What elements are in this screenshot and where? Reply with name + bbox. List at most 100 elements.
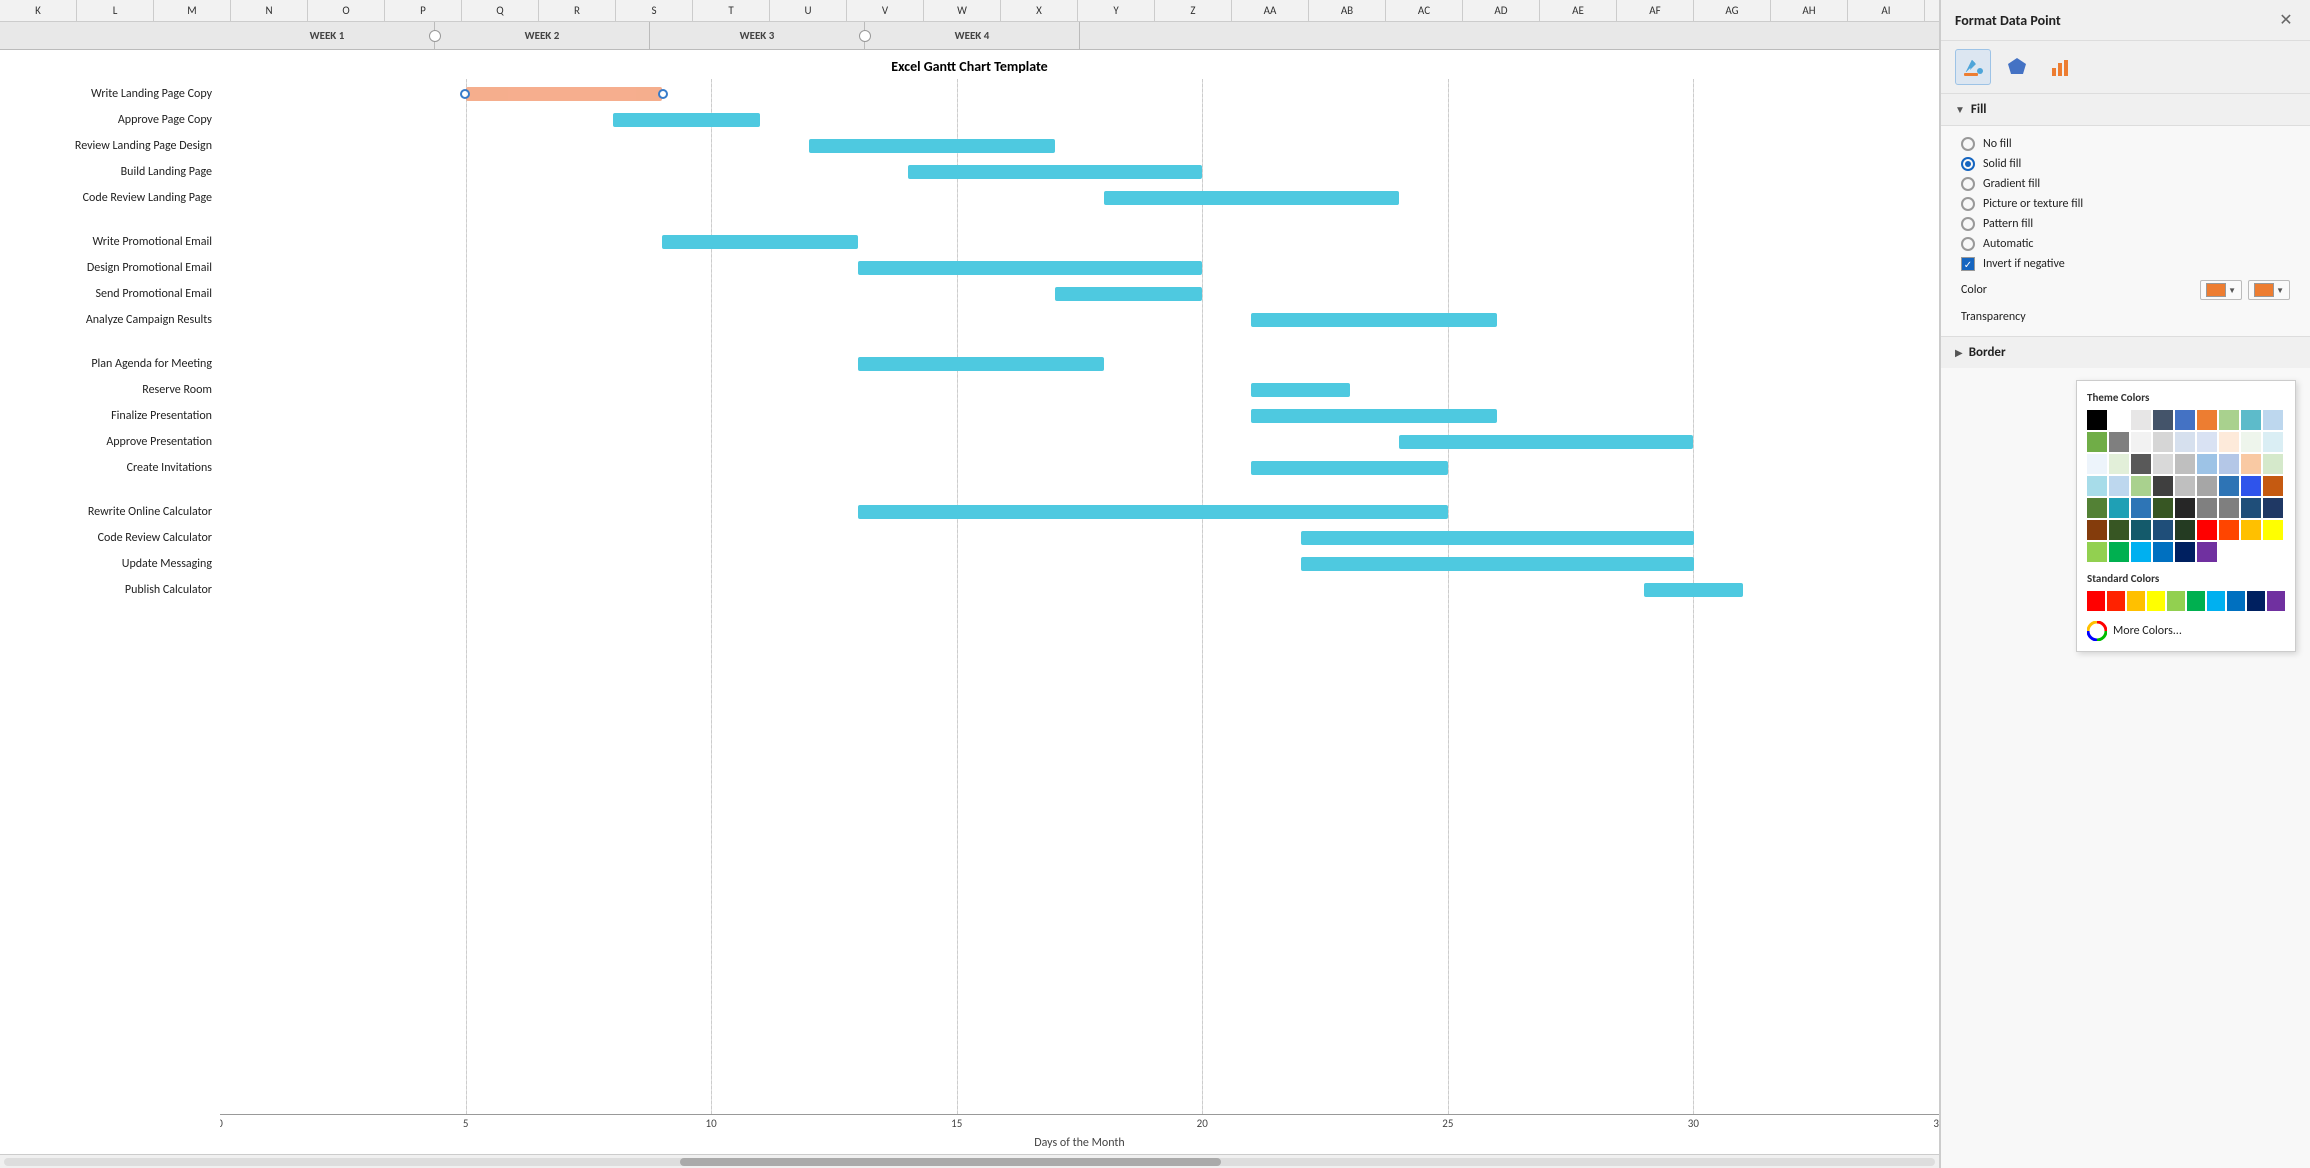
theme-color-45[interactable]	[2087, 520, 2107, 540]
border-section-header[interactable]: ▶ Border	[1941, 337, 2310, 368]
theme-color-26[interactable]	[2263, 454, 2283, 474]
scrollbar-track[interactable]	[4, 1158, 1935, 1166]
gantt-bar-14[interactable]	[1399, 435, 1694, 449]
gradient-fill-option[interactable]: Gradient fill	[1961, 174, 2290, 194]
theme-color-4[interactable]	[2175, 410, 2195, 430]
series-options-icon-btn[interactable]	[2043, 49, 2079, 85]
theme-color-34[interactable]	[2241, 476, 2261, 496]
standard-color-6[interactable]	[2207, 591, 2225, 611]
theme-color-49[interactable]	[2175, 520, 2195, 540]
theme-color-24[interactable]	[2219, 454, 2239, 474]
theme-color-30[interactable]	[2153, 476, 2173, 496]
theme-color-52[interactable]	[2241, 520, 2261, 540]
gantt-bar-9[interactable]	[1251, 313, 1497, 327]
theme-color-50[interactable]	[2197, 520, 2217, 540]
theme-color-47[interactable]	[2131, 520, 2151, 540]
theme-color-10[interactable]	[2109, 432, 2129, 452]
pattern-fill-option[interactable]: Pattern fill	[1961, 214, 2290, 234]
theme-color-21[interactable]	[2153, 454, 2173, 474]
gantt-bar-15[interactable]	[1251, 461, 1447, 475]
standard-color-0[interactable]	[2087, 591, 2105, 611]
theme-color-58[interactable]	[2175, 542, 2195, 562]
theme-color-17[interactable]	[2263, 432, 2283, 452]
standard-color-2[interactable]	[2127, 591, 2145, 611]
theme-color-8[interactable]	[2263, 410, 2283, 430]
theme-color-29[interactable]	[2131, 476, 2151, 496]
theme-color-5[interactable]	[2197, 410, 2217, 430]
bar-handle-right[interactable]	[658, 89, 668, 99]
theme-color-35[interactable]	[2263, 476, 2283, 496]
gantt-bar-4[interactable]	[1104, 191, 1399, 205]
horizontal-scrollbar[interactable]	[0, 1154, 1939, 1168]
effects-icon-btn[interactable]	[1999, 49, 2035, 85]
standard-color-7[interactable]	[2227, 591, 2245, 611]
picture-fill-radio[interactable]	[1961, 197, 1975, 211]
gantt-bar-3[interactable]	[908, 165, 1203, 179]
bar-handle-left[interactable]	[460, 89, 470, 99]
gantt-bar-12[interactable]	[1251, 383, 1349, 397]
gantt-bar-8[interactable]	[1055, 287, 1202, 301]
gantt-bar-0[interactable]	[466, 87, 662, 101]
theme-color-16[interactable]	[2241, 432, 2261, 452]
invert-negative-row[interactable]: Invert if negative	[1961, 254, 2290, 274]
theme-color-15[interactable]	[2219, 432, 2239, 452]
gantt-bar-18[interactable]	[1301, 531, 1694, 545]
close-icon[interactable]: ✕	[2276, 10, 2296, 30]
pattern-fill-radio[interactable]	[1961, 217, 1975, 231]
theme-color-41[interactable]	[2197, 498, 2217, 518]
theme-color-27[interactable]	[2087, 476, 2107, 496]
standard-color-4[interactable]	[2167, 591, 2185, 611]
theme-color-13[interactable]	[2175, 432, 2195, 452]
theme-color-11[interactable]	[2131, 432, 2151, 452]
theme-color-2[interactable]	[2131, 410, 2151, 430]
more-colors-button[interactable]: More Colors...	[2087, 621, 2285, 641]
theme-color-22[interactable]	[2175, 454, 2195, 474]
fill-section-header[interactable]: ▼ Fill	[1941, 94, 2310, 126]
theme-color-48[interactable]	[2153, 520, 2173, 540]
theme-color-31[interactable]	[2175, 476, 2195, 496]
theme-color-43[interactable]	[2241, 498, 2261, 518]
invert-negative-checkbox[interactable]	[1961, 257, 1975, 271]
theme-color-42[interactable]	[2219, 498, 2239, 518]
theme-color-28[interactable]	[2109, 476, 2129, 496]
theme-color-3[interactable]	[2153, 410, 2173, 430]
gantt-bar-13[interactable]	[1251, 409, 1497, 423]
theme-color-20[interactable]	[2131, 454, 2151, 474]
theme-color-32[interactable]	[2197, 476, 2217, 496]
theme-color-39[interactable]	[2153, 498, 2173, 518]
week-scroll-handle-0[interactable]	[429, 30, 441, 42]
theme-color-12[interactable]	[2153, 432, 2173, 452]
theme-color-54[interactable]	[2087, 542, 2107, 562]
theme-color-9[interactable]	[2087, 432, 2107, 452]
gantt-bar-7[interactable]	[858, 261, 1202, 275]
automatic-option[interactable]: Automatic	[1961, 234, 2290, 254]
gantt-bar-17[interactable]	[858, 505, 1447, 519]
theme-color-14[interactable]	[2197, 432, 2217, 452]
theme-color-56[interactable]	[2131, 542, 2151, 562]
week-scroll-handle-2[interactable]	[859, 30, 871, 42]
color-outline-button[interactable]: ▼	[2248, 280, 2290, 300]
gantt-bar-6[interactable]	[662, 235, 858, 249]
gantt-bar-11[interactable]	[858, 357, 1104, 371]
theme-color-18[interactable]	[2087, 454, 2107, 474]
theme-color-40[interactable]	[2175, 498, 2195, 518]
automatic-radio[interactable]	[1961, 237, 1975, 251]
standard-color-9[interactable]	[2267, 591, 2285, 611]
color-fill-button[interactable]: ▼	[2200, 280, 2242, 300]
theme-color-19[interactable]	[2109, 454, 2129, 474]
theme-color-36[interactable]	[2087, 498, 2107, 518]
theme-color-55[interactable]	[2109, 542, 2129, 562]
standard-color-8[interactable]	[2247, 591, 2265, 611]
gantt-bar-19[interactable]	[1301, 557, 1694, 571]
theme-color-23[interactable]	[2197, 454, 2217, 474]
theme-color-59[interactable]	[2197, 542, 2217, 562]
theme-color-38[interactable]	[2131, 498, 2151, 518]
gantt-bar-1[interactable]	[613, 113, 760, 127]
theme-color-33[interactable]	[2219, 476, 2239, 496]
gantt-bar-20[interactable]	[1644, 583, 1742, 597]
solid-fill-radio[interactable]	[1961, 157, 1975, 171]
solid-fill-option[interactable]: Solid fill	[1961, 154, 2290, 174]
gradient-fill-radio[interactable]	[1961, 177, 1975, 191]
gantt-area[interactable]: 05101520253035 Days of the Month	[220, 79, 1939, 1154]
theme-color-7[interactable]	[2241, 410, 2261, 430]
